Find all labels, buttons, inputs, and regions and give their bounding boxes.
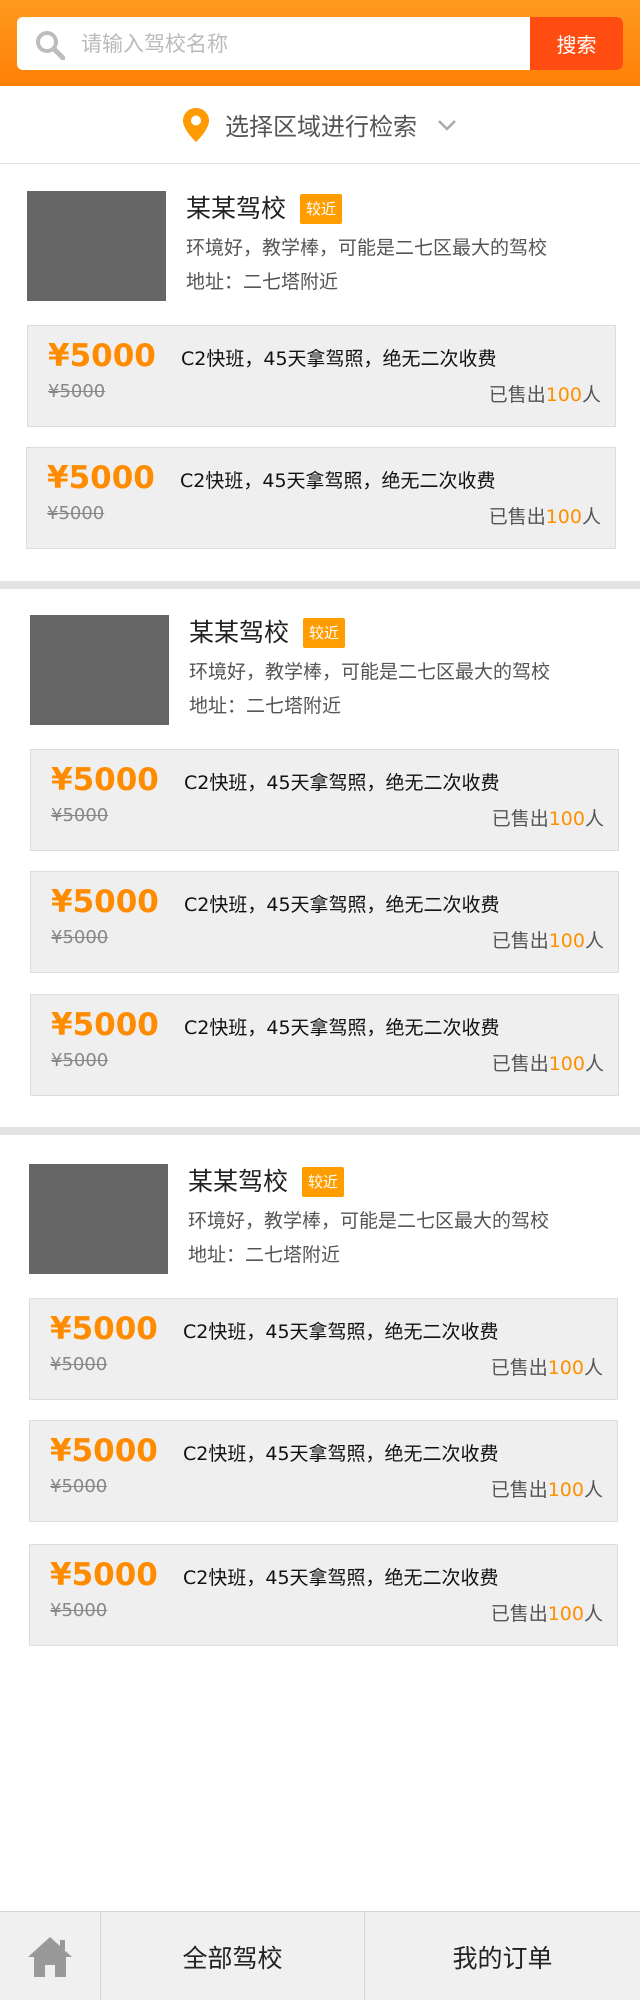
region-label: 选择区域进行检索 [225,113,417,141]
original-price: ¥5000 [50,1354,108,1375]
school-name: 某某驾校 [186,194,287,223]
section-divider [0,581,640,589]
original-price: ¥5000 [50,1476,108,1497]
offer-title: C2快班，45天拿驾照，绝无二次收费 [183,1567,499,1589]
search-button[interactable]: 搜索 [530,17,623,70]
offer-item[interactable]: ¥5000 ¥5000 C2快班，45天拿驾照，绝无二次收费 已售出100人 [29,1420,618,1522]
original-price: ¥5000 [50,1600,108,1621]
tab-home[interactable] [0,1912,101,2000]
school-address: 地址：二七塔附近 [186,271,339,293]
price: ¥5000 [51,884,159,920]
home-icon [28,1936,72,1977]
offer-item[interactable]: ¥5000 ¥5000 C2快班，45天拿驾照，绝无二次收费 已售出100人 [30,749,619,851]
bottom-tab-bar: 全部驾校 我的订单 [0,1911,640,2000]
price: ¥5000 [50,1433,158,1469]
sold-count: 已售出100人 [491,1053,604,1075]
price: ¥5000 [48,338,156,374]
school-card[interactable]: 某某驾校 较近 环境好，教学棒，可能是二七区最大的驾校 地址：二七塔附近 ¥50… [0,191,640,549]
offer-item[interactable]: ¥5000 ¥5000 C2快班，45天拿驾照，绝无二次收费 已售出100人 [30,994,619,1096]
offer-title: C2快班，45天拿驾照，绝无二次收费 [180,470,496,492]
chevron-down-icon [438,119,456,131]
school-description: 环境好，教学棒，可能是二七区最大的驾校 [189,661,551,683]
near-badge: 较近 [300,194,343,224]
offer-item[interactable]: ¥5000 ¥5000 C2快班，45天拿驾照，绝无二次收费 已售出100人 [29,1544,618,1646]
offer-title: C2快班，45天拿驾照，绝无二次收费 [183,1443,499,1465]
school-name: 某某驾校 [188,1167,289,1196]
original-price: ¥5000 [51,1050,109,1071]
school-thumbnail [29,1164,168,1274]
region-selector[interactable]: 选择区域进行检索 [0,86,640,164]
sold-count: 已售出100人 [490,1603,603,1625]
price: ¥5000 [50,1557,158,1593]
price: ¥5000 [47,460,155,496]
search-input[interactable] [81,17,541,70]
school-address: 地址：二七塔附近 [188,1244,341,1266]
sold-count: 已售出100人 [490,1479,603,1501]
near-badge: 较近 [302,1167,345,1197]
offer-item[interactable]: ¥5000 ¥5000 C2快班，45天拿驾照，绝无二次收费 已售出100人 [30,871,619,973]
school-name: 某某驾校 [189,618,290,647]
offer-item[interactable]: ¥5000 ¥5000 C2快班，45天拿驾照，绝无二次收费 已售出100人 [27,325,616,427]
section-divider [0,1127,640,1135]
location-pin-icon [183,107,209,142]
offer-title: C2快班，45天拿驾照，绝无二次收费 [184,772,500,794]
price: ¥5000 [51,1007,159,1043]
school-thumbnail [27,191,166,301]
school-card[interactable]: 某某驾校 较近 环境好，教学棒，可能是二七区最大的驾校 地址：二七塔附近 ¥50… [0,1164,640,1646]
school-card[interactable]: 某某驾校 较近 环境好，教学棒，可能是二七区最大的驾校 地址：二七塔附近 ¥50… [0,615,640,1096]
sold-count: 已售出100人 [488,384,601,406]
offer-title: C2快班，45天拿驾照，绝无二次收费 [181,348,497,370]
header-bar: 搜索 [0,0,640,86]
offer-item[interactable]: ¥5000 ¥5000 C2快班，45天拿驾照，绝无二次收费 已售出100人 [29,1298,618,1400]
price: ¥5000 [50,1311,158,1347]
original-price: ¥5000 [51,805,109,826]
school-address: 地址：二七塔附近 [189,695,342,717]
original-price: ¥5000 [51,927,109,948]
tab-my-orders[interactable]: 我的订单 [365,1912,640,2000]
offer-title: C2快班，45天拿驾照，绝无二次收费 [184,894,500,916]
offer-title: C2快班，45天拿驾照，绝无二次收费 [183,1321,499,1343]
near-badge: 较近 [303,618,346,648]
original-price: ¥5000 [47,503,105,524]
offer-item[interactable]: ¥5000 ¥5000 C2快班，45天拿驾照，绝无二次收费 已售出100人 [26,447,616,549]
school-thumbnail [30,615,169,725]
school-description: 环境好，教学棒，可能是二七区最大的驾校 [188,1210,550,1232]
sold-count: 已售出100人 [491,930,604,952]
sold-count: 已售出100人 [491,808,604,830]
price: ¥5000 [51,762,159,798]
sold-count: 已售出100人 [490,1357,603,1379]
search-icon [36,31,65,60]
original-price: ¥5000 [48,381,106,402]
tab-all-schools[interactable]: 全部驾校 [101,1912,365,2000]
school-description: 环境好，教学棒，可能是二七区最大的驾校 [186,237,548,259]
sold-count: 已售出100人 [488,506,601,528]
offer-title: C2快班，45天拿驾照，绝无二次收费 [184,1017,500,1039]
search-box: 搜索 [17,17,623,70]
